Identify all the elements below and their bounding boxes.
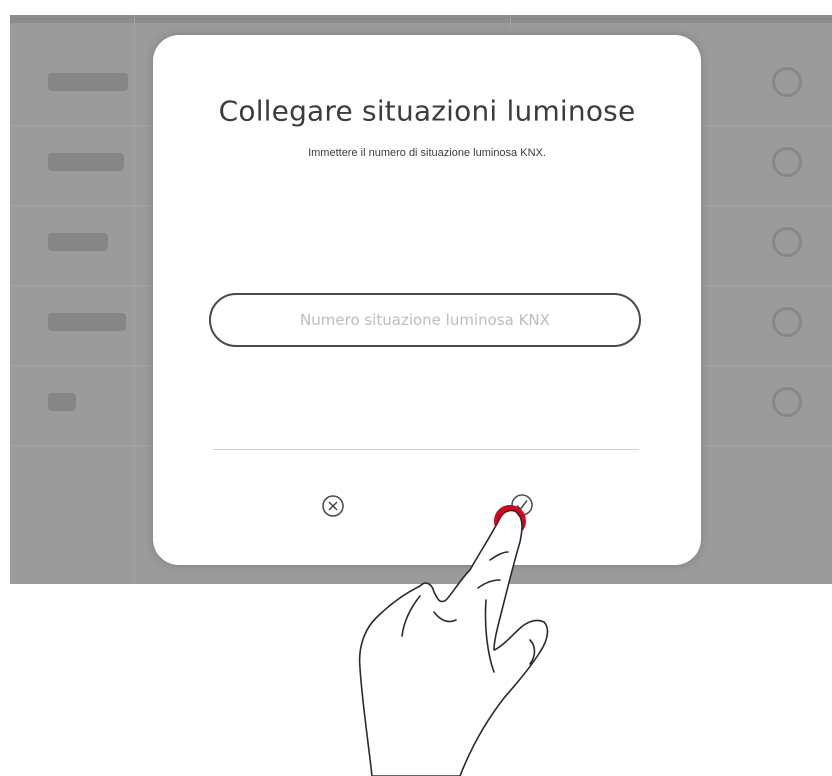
dialog-title: Collegare situazioni luminose <box>218 94 636 128</box>
scene-number-input[interactable] <box>233 310 617 330</box>
blurred-settings-icon <box>772 307 802 337</box>
blurred-label <box>48 73 128 91</box>
blurred-label <box>48 153 124 171</box>
link-light-scene-dialog: Collegare situazioni luminose Immettere … <box>153 35 701 565</box>
confirm-button[interactable] <box>507 490 537 520</box>
blurred-label <box>48 233 108 251</box>
blurred-label <box>48 313 126 331</box>
blurred-settings-icon <box>772 227 802 257</box>
blurred-settings-icon <box>772 387 802 417</box>
cancel-button[interactable] <box>318 491 348 521</box>
scene-number-field[interactable] <box>209 293 641 347</box>
blurred-label <box>48 393 76 411</box>
close-circle-icon <box>322 495 344 517</box>
checkmark-circle-icon <box>511 494 533 516</box>
dialog-divider <box>213 449 639 450</box>
blurred-settings-icon <box>772 147 802 177</box>
dialog-instruction: Immettere il numero di situazione lumino… <box>308 147 546 159</box>
blurred-settings-icon <box>772 67 802 97</box>
